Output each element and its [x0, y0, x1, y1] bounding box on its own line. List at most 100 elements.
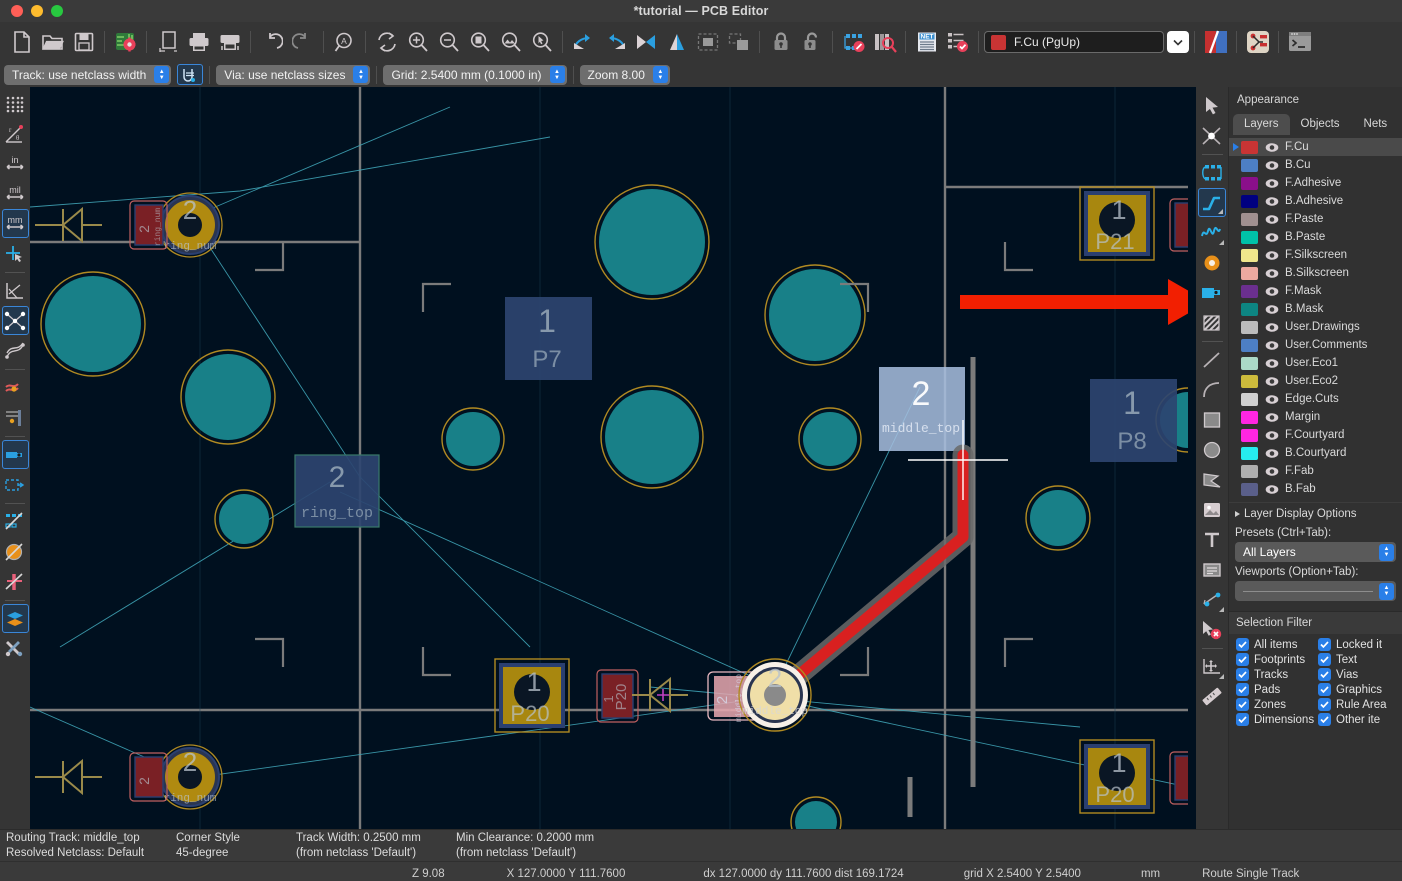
layer-row[interactable]: B.Fab	[1229, 480, 1402, 498]
selection-filter-item[interactable]: Tracks	[1236, 668, 1318, 681]
grid-selector[interactable]: Grid: 2.5400 mm (0.1000 in) ▲▼	[383, 65, 566, 85]
eye-visibility-icon[interactable]	[1265, 356, 1279, 370]
eye-visibility-icon[interactable]	[1265, 230, 1279, 244]
layer-row[interactable]: B.Paste	[1229, 228, 1402, 246]
presets-selector[interactable]: All Layers ▲▼	[1235, 542, 1396, 562]
layer-row[interactable]: F.Cu	[1229, 138, 1402, 156]
tab-layers[interactable]: Layers	[1233, 114, 1290, 135]
board-setup-button[interactable]	[110, 26, 141, 58]
refresh-button[interactable]	[371, 26, 402, 58]
layer-color-swatch[interactable]	[1241, 339, 1258, 352]
layer-row[interactable]: B.Cu	[1229, 156, 1402, 174]
draw-zone-tool-button[interactable]	[1198, 278, 1226, 307]
highlight-net-tool-button[interactable]	[1198, 121, 1226, 150]
place-footprint-tool-button[interactable]	[1198, 158, 1226, 187]
pcb-canvas[interactable]: 2 ring_num 2 ring_num 2 ring_num	[30, 87, 1196, 829]
selection-filter-item[interactable]: Pads	[1236, 683, 1318, 696]
layer-row[interactable]: User.Eco2	[1229, 372, 1402, 390]
checkbox[interactable]	[1318, 668, 1331, 681]
pcb-canvas-svg[interactable]: 2 ring_num 2 ring_num 2 ring_num	[30, 87, 1188, 829]
route-track-tool-button[interactable]	[1198, 188, 1226, 217]
draw-rule-area-tool-button[interactable]	[1198, 308, 1226, 337]
track-width-stepper[interactable]: ▲▼	[154, 66, 169, 83]
layer-color-swatch[interactable]	[1241, 375, 1258, 388]
layer-dropdown-button[interactable]	[1167, 31, 1189, 53]
layer-manager-button[interactable]	[2, 604, 29, 633]
layer-color-swatch[interactable]	[1241, 249, 1258, 262]
active-layer-selector[interactable]: F.Cu (PgUp)	[984, 31, 1164, 53]
eye-visibility-icon[interactable]	[1265, 338, 1279, 352]
draw-polygon-tool-button[interactable]	[1198, 465, 1226, 494]
drc-button[interactable]	[942, 26, 973, 58]
zoom-selector[interactable]: Zoom 8.00 ▲▼	[580, 65, 670, 85]
layer-color-swatch[interactable]	[1241, 141, 1258, 154]
checkbox[interactable]	[1236, 668, 1249, 681]
delete-tool-button[interactable]	[1198, 615, 1226, 644]
layer-color-swatch[interactable]	[1241, 285, 1258, 298]
zoom-selection-button[interactable]	[526, 26, 557, 58]
selection-filter-item[interactable]: Other ite	[1318, 713, 1400, 726]
layer-row[interactable]: B.Courtyard	[1229, 444, 1402, 462]
place-text-tool-button[interactable]	[1198, 525, 1226, 554]
eye-visibility-icon[interactable]	[1265, 482, 1279, 496]
open-board-button[interactable]	[37, 26, 68, 58]
ungroup-button[interactable]	[723, 26, 754, 58]
layer-color-swatch[interactable]	[1241, 267, 1258, 280]
eye-visibility-icon[interactable]	[1265, 374, 1279, 388]
mirror-h-button[interactable]	[630, 26, 661, 58]
eye-visibility-icon[interactable]	[1265, 266, 1279, 280]
layer-row[interactable]: B.Silkscreen	[1229, 264, 1402, 282]
units-millimeters-button[interactable]: mm	[2, 209, 29, 238]
layer-row[interactable]: Edge.Cuts	[1229, 390, 1402, 408]
layer-pair-button[interactable]	[1200, 26, 1231, 58]
checkbox[interactable]	[1236, 713, 1249, 726]
selection-filter-item[interactable]: Text	[1318, 653, 1400, 666]
zoom-out-button[interactable]	[433, 26, 464, 58]
eye-visibility-icon[interactable]	[1265, 158, 1279, 172]
units-mils-button[interactable]: mil	[2, 179, 29, 208]
set-origin-tool-button[interactable]	[1198, 652, 1226, 681]
draw-circle-tool-button[interactable]	[1198, 435, 1226, 464]
checkbox[interactable]	[1236, 698, 1249, 711]
page-settings-button[interactable]	[152, 26, 183, 58]
units-inches-button[interactable]: in	[2, 149, 29, 178]
viewports-selector[interactable]: ▲▼	[1235, 581, 1396, 601]
zoom-fit-page-button[interactable]	[464, 26, 495, 58]
tab-objects[interactable]: Objects	[1290, 114, 1351, 135]
eye-visibility-icon[interactable]	[1265, 320, 1279, 334]
selection-filter-item[interactable]: Locked it	[1318, 638, 1400, 651]
via-sketch-button[interactable]	[2, 537, 29, 566]
layer-color-swatch[interactable]	[1241, 411, 1258, 424]
checkbox[interactable]	[1318, 698, 1331, 711]
undo-button[interactable]	[256, 26, 287, 58]
layer-row[interactable]: F.Silkscreen	[1229, 246, 1402, 264]
track-mode-button[interactable]	[177, 64, 203, 85]
presets-stepper[interactable]: ▲▼	[1379, 544, 1394, 561]
toggle-grid-button[interactable]	[2, 89, 29, 118]
layer-color-swatch[interactable]	[1241, 321, 1258, 334]
eye-visibility-icon[interactable]	[1265, 140, 1279, 154]
layer-row[interactable]: User.Eco1	[1229, 354, 1402, 372]
measure-tool-button[interactable]	[1198, 682, 1226, 711]
selection-filter-item[interactable]: Zones	[1236, 698, 1318, 711]
draw-line-tool-button[interactable]	[1198, 345, 1226, 374]
lock-button[interactable]	[765, 26, 796, 58]
zoom-in-button[interactable]	[402, 26, 433, 58]
zoom-fit-objects-button[interactable]	[495, 26, 526, 58]
footprint-editor-button[interactable]	[838, 26, 869, 58]
layer-color-swatch[interactable]	[1241, 159, 1258, 172]
layer-color-swatch[interactable]	[1241, 195, 1258, 208]
route-diff-pair-tool-button[interactable]	[1198, 218, 1226, 247]
eye-visibility-icon[interactable]	[1265, 392, 1279, 406]
selection-filter-item[interactable]: Vias	[1318, 668, 1400, 681]
layer-row[interactable]: F.Adhesive	[1229, 174, 1402, 192]
track-sketch-button[interactable]	[2, 567, 29, 596]
footprint-sketch-button[interactable]	[2, 507, 29, 536]
checkbox[interactable]	[1318, 653, 1331, 666]
show-ratsnest-curved-button[interactable]	[2, 336, 29, 365]
layer-row[interactable]: F.Fab	[1229, 462, 1402, 480]
layer-row[interactable]: User.Comments	[1229, 336, 1402, 354]
viewports-stepper[interactable]: ▲▼	[1379, 583, 1394, 600]
layer-row[interactable]: F.Mask	[1229, 282, 1402, 300]
layer-color-swatch[interactable]	[1241, 429, 1258, 442]
